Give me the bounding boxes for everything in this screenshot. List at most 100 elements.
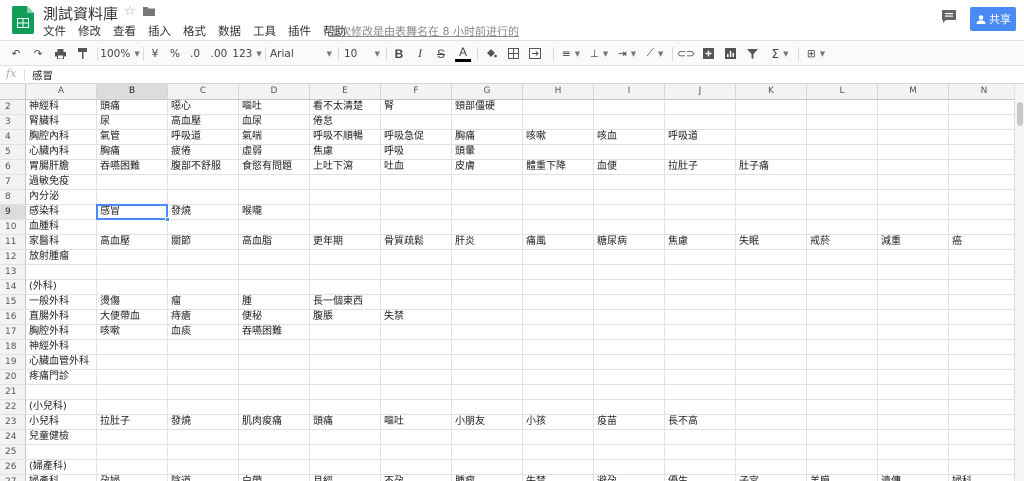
cell[interactable] xyxy=(736,355,807,370)
cell[interactable] xyxy=(949,160,1014,175)
cell[interactable] xyxy=(878,145,949,160)
cell[interactable] xyxy=(594,340,665,355)
cell[interactable]: 喉嚨 xyxy=(239,205,310,220)
cell[interactable] xyxy=(665,445,736,460)
cell[interactable] xyxy=(878,250,949,265)
cell[interactable] xyxy=(523,325,594,340)
cell[interactable] xyxy=(168,220,239,235)
cell[interactable]: 皮膚 xyxy=(452,160,523,175)
cell[interactable] xyxy=(878,445,949,460)
cell[interactable]: 呼吸道 xyxy=(665,130,736,145)
cell[interactable] xyxy=(97,220,168,235)
cell[interactable]: 胸腔內科 xyxy=(26,130,97,145)
cell[interactable]: 血腫科 xyxy=(26,220,97,235)
cell[interactable]: 嘔吐 xyxy=(239,100,310,115)
cell[interactable]: 疫苗 xyxy=(594,415,665,430)
cell[interactable]: 小孩 xyxy=(523,415,594,430)
cell[interactable]: 氣喘 xyxy=(239,130,310,145)
cell[interactable] xyxy=(807,130,878,145)
cell[interactable]: 婦產科 xyxy=(26,475,97,481)
cell[interactable] xyxy=(807,250,878,265)
cell[interactable] xyxy=(452,220,523,235)
column-header-e[interactable]: E xyxy=(310,84,381,100)
cell[interactable]: 羊膜 xyxy=(807,475,878,481)
cell[interactable] xyxy=(26,265,97,280)
cell[interactable] xyxy=(949,100,1014,115)
folder-icon[interactable] xyxy=(143,6,155,16)
cell[interactable] xyxy=(807,220,878,235)
cell[interactable] xyxy=(168,385,239,400)
cell[interactable] xyxy=(878,280,949,295)
cell[interactable]: 發燒 xyxy=(168,415,239,430)
cell[interactable] xyxy=(239,430,310,445)
cell[interactable] xyxy=(665,175,736,190)
cell[interactable] xyxy=(97,370,168,385)
cell[interactable] xyxy=(878,385,949,400)
cell[interactable] xyxy=(381,445,452,460)
spreadsheet-grid[interactable]: ABCDEFGHIJKLMN 2 神經科 頭痛 噁心 嘔吐 看不太清楚腎頸部僵硬 3 腎臟科尿… xyxy=(0,84,1014,481)
cell[interactable] xyxy=(381,265,452,280)
cell[interactable]: 頭痛 xyxy=(97,100,168,115)
cell[interactable] xyxy=(736,415,807,430)
cell[interactable]: 腫瘤 xyxy=(452,475,523,481)
cell[interactable] xyxy=(523,460,594,475)
row-header[interactable]: 16 xyxy=(0,310,26,325)
column-header-j[interactable]: J xyxy=(665,84,736,100)
cell[interactable] xyxy=(736,340,807,355)
cell[interactable]: 倦怠 xyxy=(310,115,381,130)
cell[interactable] xyxy=(168,400,239,415)
cell[interactable] xyxy=(523,175,594,190)
menu-item-6[interactable]: 工具 xyxy=(253,23,276,39)
cell[interactable] xyxy=(168,340,239,355)
cell[interactable] xyxy=(97,340,168,355)
cell[interactable]: 腹脹 xyxy=(310,310,381,325)
cell[interactable]: 呼吸 xyxy=(381,145,452,160)
cell[interactable] xyxy=(381,460,452,475)
cell[interactable] xyxy=(594,385,665,400)
row-header[interactable]: 24 xyxy=(0,430,26,445)
cell[interactable]: 心臟血管外科 xyxy=(26,355,97,370)
more-formats-select[interactable]: 123 ▼ xyxy=(232,45,261,62)
cell[interactable] xyxy=(168,445,239,460)
cell[interactable] xyxy=(26,445,97,460)
cell[interactable] xyxy=(878,220,949,235)
cell[interactable] xyxy=(523,340,594,355)
cell[interactable]: 骨質疏鬆 xyxy=(381,235,452,250)
cell[interactable] xyxy=(381,325,452,340)
cell[interactable] xyxy=(239,280,310,295)
zoom-select[interactable]: 100% ▼ xyxy=(100,45,139,62)
cell[interactable] xyxy=(949,115,1014,130)
cell[interactable]: 疼痛門診 xyxy=(26,370,97,385)
cell[interactable] xyxy=(168,430,239,445)
row-header[interactable]: 7 xyxy=(0,175,26,190)
cell[interactable] xyxy=(452,325,523,340)
cell[interactable] xyxy=(594,175,665,190)
cell[interactable] xyxy=(949,445,1014,460)
cell[interactable]: 一般外科 xyxy=(26,295,97,310)
cell[interactable]: 高血壓 xyxy=(168,115,239,130)
cell[interactable]: 關節 xyxy=(168,235,239,250)
cell[interactable] xyxy=(807,115,878,130)
cell[interactable] xyxy=(736,430,807,445)
cell[interactable] xyxy=(523,205,594,220)
cell[interactable]: 內分泌 xyxy=(26,190,97,205)
cell[interactable]: 吐血 xyxy=(381,160,452,175)
font-size-select[interactable]: 10 ▼ xyxy=(344,45,380,62)
undo-icon[interactable]: ↶ xyxy=(8,45,24,62)
row-header[interactable]: 10 xyxy=(0,220,26,235)
cell[interactable] xyxy=(310,205,381,220)
row-header[interactable]: 23 xyxy=(0,415,26,430)
cell[interactable] xyxy=(736,370,807,385)
cell[interactable] xyxy=(807,310,878,325)
vertical-scrollbar[interactable] xyxy=(1014,84,1024,481)
cell[interactable] xyxy=(949,280,1014,295)
cell[interactable] xyxy=(310,220,381,235)
cell[interactable] xyxy=(452,310,523,325)
cell[interactable] xyxy=(381,175,452,190)
cell[interactable]: 陰道 xyxy=(168,475,239,481)
font-family-select[interactable]: Arial ▼ xyxy=(270,45,332,62)
cell[interactable]: 遺傳 xyxy=(878,475,949,481)
cell[interactable] xyxy=(310,190,381,205)
cell[interactable] xyxy=(381,115,452,130)
cell[interactable]: 神經外科 xyxy=(26,340,97,355)
